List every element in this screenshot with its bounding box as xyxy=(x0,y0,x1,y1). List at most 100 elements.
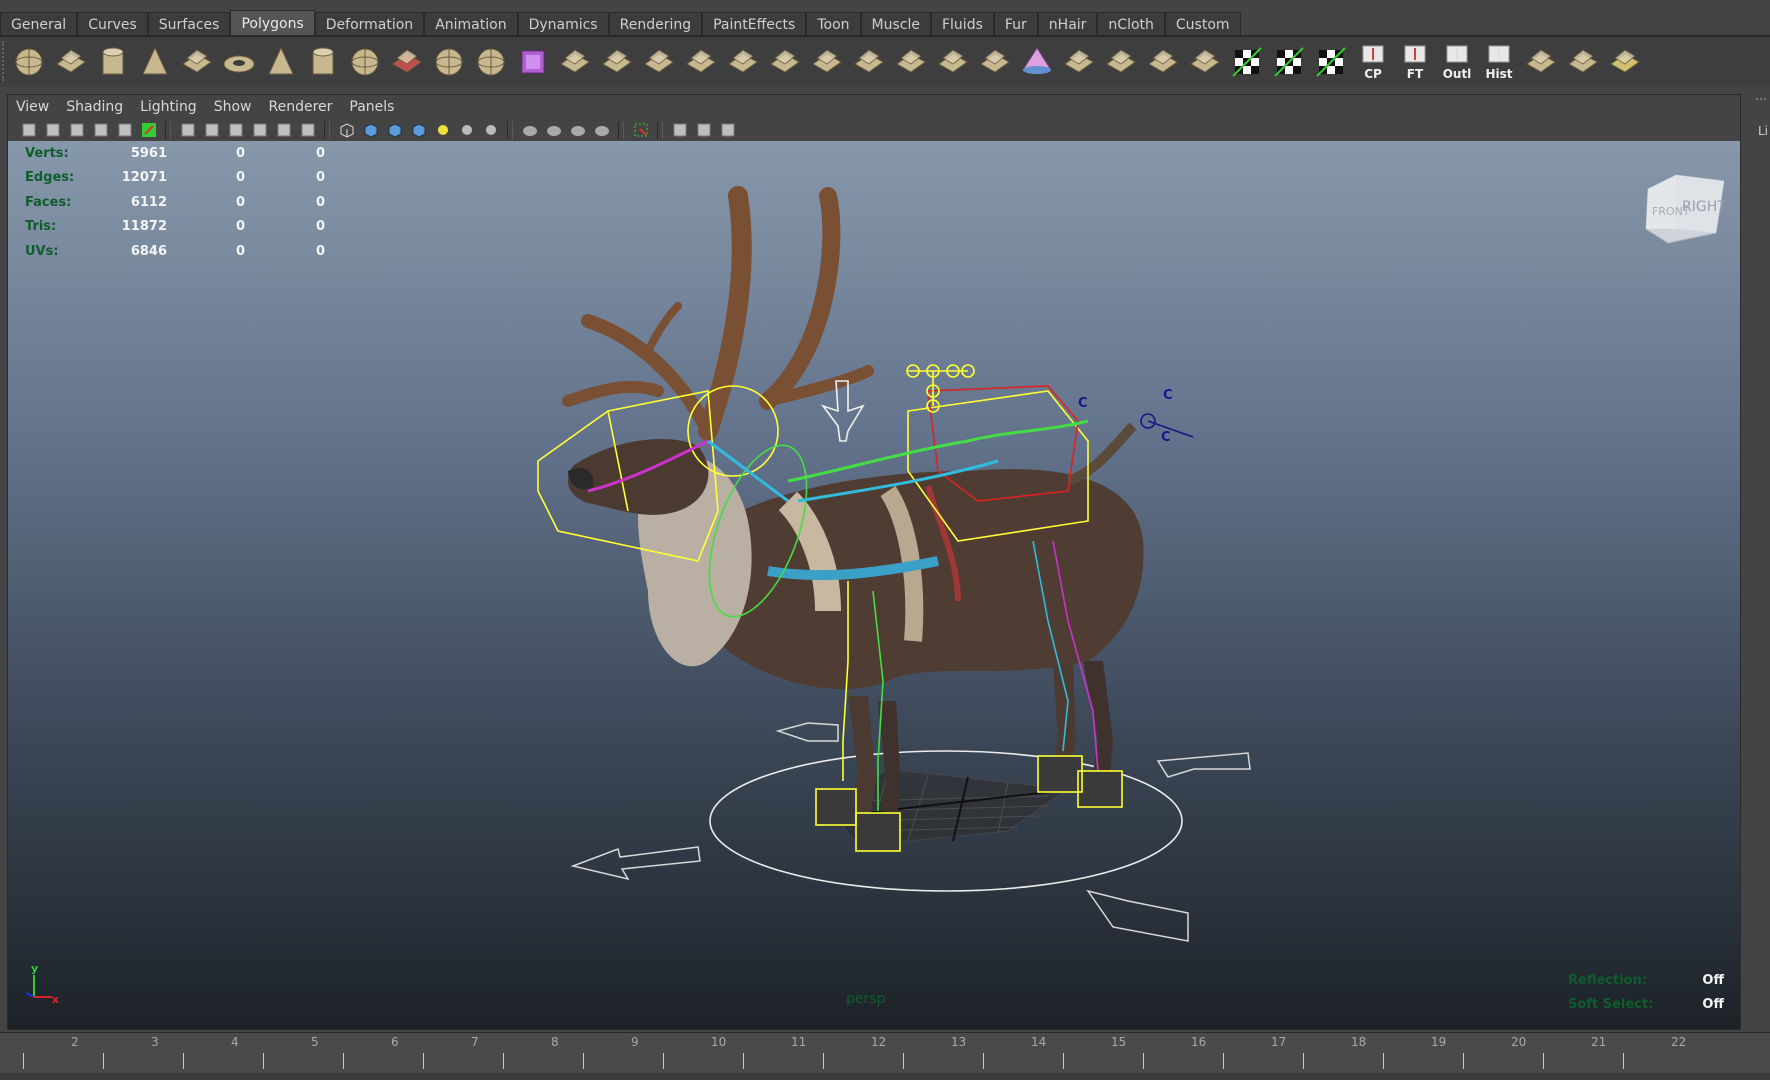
outliner-icon[interactable]: Outl xyxy=(1436,41,1478,83)
bevel-icon[interactable] xyxy=(974,41,1016,83)
shelf-tab-toon[interactable]: Toon xyxy=(806,12,861,36)
select-camera-icon[interactable] xyxy=(18,120,39,140)
grease-pencil-icon[interactable] xyxy=(138,120,159,140)
combine-icon[interactable] xyxy=(386,41,428,83)
shelf-tab-custom[interactable]: Custom xyxy=(1164,12,1241,36)
grid-icon[interactable] xyxy=(177,120,198,140)
perspective-viewport[interactable]: C C C Verts: 5961 0 0 Edges: 12071 0 0 Faces: 611… xyxy=(8,141,1740,1029)
shelf-tab-rendering[interactable]: Rendering xyxy=(608,12,703,36)
insert-edge-loop-icon[interactable] xyxy=(764,41,806,83)
select-tool-icon[interactable] xyxy=(1562,41,1604,83)
append-polygon-icon[interactable] xyxy=(680,41,722,83)
split-polygon-icon[interactable] xyxy=(722,41,764,83)
poly-plane-icon[interactable] xyxy=(176,41,218,83)
hud-value-selected: 0 xyxy=(235,170,245,186)
history-icon[interactable]: Hist xyxy=(1478,41,1520,83)
xray-icon[interactable] xyxy=(591,120,612,140)
bookmarks-icon[interactable] xyxy=(66,120,87,140)
shadows-icon[interactable] xyxy=(456,120,477,140)
smooth-shade-icon[interactable] xyxy=(360,120,381,140)
right-panel-grip[interactable] xyxy=(1756,98,1766,100)
poly-soccer-icon[interactable] xyxy=(344,41,386,83)
poly-pipe-icon[interactable] xyxy=(302,41,344,83)
shelf-tab-curves[interactable]: Curves xyxy=(77,12,148,36)
uv-automatic-icon[interactable] xyxy=(1226,41,1268,83)
camera-name-label: persp xyxy=(846,991,886,1007)
shelf-tab-dynamics[interactable]: Dynamics xyxy=(517,12,609,36)
xray-active-icon[interactable] xyxy=(693,120,714,140)
timeline-tick xyxy=(103,1053,104,1069)
field-chart-icon[interactable] xyxy=(273,120,294,140)
backface-culling-icon[interactable] xyxy=(717,120,738,140)
shelf-tab-surfaces[interactable]: Surfaces xyxy=(147,12,231,36)
smooth-icon[interactable] xyxy=(470,41,512,83)
uv-planar-icon[interactable] xyxy=(1142,41,1184,83)
wireframe-on-shaded-icon[interactable] xyxy=(384,120,405,140)
safe-action-icon[interactable] xyxy=(297,120,318,140)
shelf-tab-nhair[interactable]: nHair xyxy=(1037,12,1098,36)
camera-attributes-icon[interactable] xyxy=(42,120,63,140)
textured-icon[interactable] xyxy=(408,120,429,140)
shelf-tab-polygons[interactable]: Polygons xyxy=(230,10,315,36)
shelf-tab-painteffects[interactable]: PaintEffects xyxy=(702,12,807,36)
two-d-pan-icon[interactable] xyxy=(114,120,135,140)
xray-joints-icon[interactable] xyxy=(669,120,690,140)
panel-menu-show[interactable]: Show xyxy=(214,99,252,115)
motion-blur-icon[interactable] xyxy=(519,120,540,140)
checker-icon[interactable] xyxy=(1310,41,1352,83)
time-slider[interactable]: 2 3 4 5 6 7 8 9 10 11 12 13 14 15 16 17 18 19 20 21 22 xyxy=(0,1032,1770,1080)
right-panel-label[interactable]: Li xyxy=(1758,124,1768,138)
uv-layout-icon[interactable] xyxy=(1604,41,1646,83)
gate-mask-icon[interactable] xyxy=(249,120,270,140)
bridge-icon[interactable] xyxy=(638,41,680,83)
isolate-select-icon[interactable] xyxy=(630,120,651,140)
image-plane-icon[interactable] xyxy=(90,120,111,140)
multisample-icon[interactable] xyxy=(543,120,564,140)
viewcube-right-label[interactable]: RIGHT xyxy=(1682,199,1724,215)
panel-menu-panels[interactable]: Panels xyxy=(349,99,394,115)
wedge-icon[interactable] xyxy=(932,41,974,83)
reindeer-model[interactable] xyxy=(562,186,1144,851)
sculpt-icon[interactable] xyxy=(1100,41,1142,83)
uv-cylindrical-icon[interactable] xyxy=(1184,41,1226,83)
shelf-tab-animation[interactable]: Animation xyxy=(424,12,518,36)
slide-edge-icon[interactable] xyxy=(890,41,932,83)
resolution-gate-icon[interactable] xyxy=(225,120,246,140)
poke-icon[interactable] xyxy=(1016,41,1058,83)
separate-icon[interactable] xyxy=(428,41,470,83)
poly-torus-icon[interactable] xyxy=(218,41,260,83)
viewcube[interactable]: FRONT RIGHT xyxy=(1638,171,1724,251)
wireframe-icon[interactable] xyxy=(336,120,357,140)
shelf-tab-general[interactable]: General xyxy=(0,12,78,36)
smooth-proxy-icon[interactable] xyxy=(512,41,554,83)
shelf-tab-fur[interactable]: Fur xyxy=(993,12,1038,36)
screen-space-ao-icon[interactable] xyxy=(480,120,501,140)
merge-icon[interactable] xyxy=(806,41,848,83)
poly-pyramid-icon[interactable] xyxy=(260,41,302,83)
panel-menu-lighting[interactable]: Lighting xyxy=(140,99,197,115)
use-lights-icon[interactable] xyxy=(432,120,453,140)
poly-cone-icon[interactable] xyxy=(134,41,176,83)
uv-editor-icon[interactable] xyxy=(1268,41,1310,83)
poly-cylinder-icon[interactable] xyxy=(92,41,134,83)
freeze-transform-icon[interactable]: FT xyxy=(1394,41,1436,83)
duplicate-face-icon[interactable] xyxy=(1058,41,1100,83)
panel-menu-shading[interactable]: Shading xyxy=(66,99,123,115)
poly-sphere-icon[interactable] xyxy=(8,41,50,83)
depth-of-field-icon[interactable] xyxy=(567,120,588,140)
center-pivot-icon[interactable]: CP xyxy=(1352,41,1394,83)
transfer-attributes-icon[interactable] xyxy=(1520,41,1562,83)
film-gate-icon[interactable] xyxy=(201,120,222,140)
shelf-tab-deformation[interactable]: Deformation xyxy=(314,12,425,36)
panel-menu-view[interactable]: View xyxy=(16,99,49,115)
shelf-tab-fluids[interactable]: Fluids xyxy=(930,12,994,36)
offset-edge-loop-icon[interactable] xyxy=(848,41,890,83)
panel-menu-renderer[interactable]: Renderer xyxy=(268,99,332,115)
shelf-tab-ncloth[interactable]: nCloth xyxy=(1097,12,1165,36)
mirror-icon[interactable] xyxy=(554,41,596,83)
extrude-icon[interactable] xyxy=(596,41,638,83)
shelf-tab-muscle[interactable]: Muscle xyxy=(860,12,931,36)
shelf-grip[interactable] xyxy=(2,41,7,81)
poly-cube-icon[interactable] xyxy=(50,41,92,83)
scene-canvas[interactable]: C C C xyxy=(8,141,1740,1029)
